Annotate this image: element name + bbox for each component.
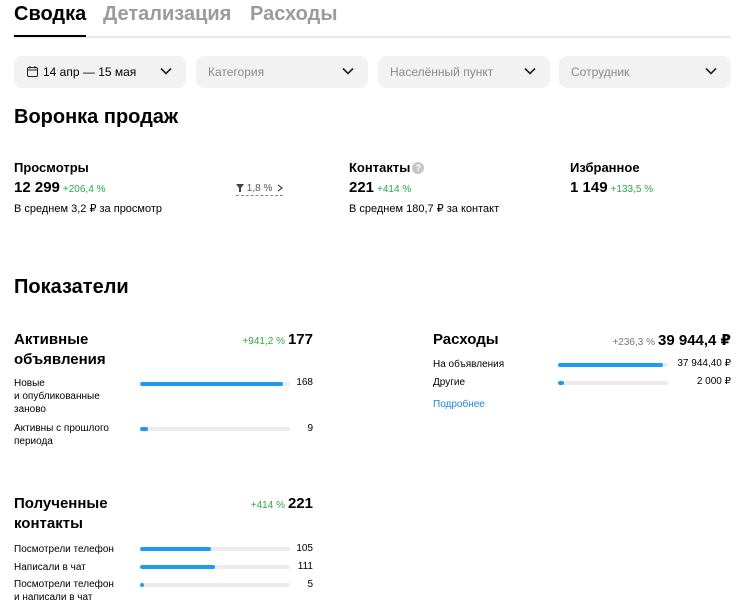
city-placeholder: Населённый пункт xyxy=(390,65,494,79)
chevron-down-icon xyxy=(524,67,536,75)
expenses-other-value: 2 000 ₽ xyxy=(696,376,731,387)
date-range-filter[interactable]: 14 апр — 15 мая xyxy=(14,56,186,88)
expenses-change: +236,3 % xyxy=(612,337,655,348)
active-ads-total: +941,2 % 177 xyxy=(242,331,313,348)
tab-expenses[interactable]: Расходы xyxy=(250,3,337,26)
label-line: Посмотрели телефон xyxy=(14,544,114,555)
contacts-received-change: +414 % xyxy=(250,500,285,511)
contacts-received-title: Полученные контакты xyxy=(14,494,108,534)
contacts-average: В среднем 180,7 ₽ за контакт xyxy=(349,203,500,215)
contacts-label: Контакты xyxy=(349,160,411,175)
favorites-number: 1 149 xyxy=(570,179,608,196)
contacts-number: 221 xyxy=(349,179,375,196)
views-change: +206,4 % xyxy=(62,184,106,195)
tab-details[interactable]: Детализация xyxy=(103,3,231,26)
contacts-value: 221 +414 % xyxy=(349,179,411,196)
active-ads-row-prev-bar xyxy=(140,427,290,431)
category-placeholder: Категория xyxy=(208,65,265,79)
tab-summary[interactable]: Сводка xyxy=(14,3,87,37)
bar-fill xyxy=(140,427,148,431)
bar-fill xyxy=(140,547,212,551)
views-value: 12 299 +206,4 % xyxy=(14,179,105,196)
label-line: Посмотрели телефон xyxy=(14,579,114,590)
active-ads-row-new-label: Новые и опубликованные заново xyxy=(14,377,100,416)
tab-bar: Сводка Детализация Расходы xyxy=(14,0,731,38)
expenses-other-label: Другие xyxy=(433,377,466,388)
expenses-other-bar xyxy=(558,381,668,385)
employee-filter[interactable]: Сотрудник xyxy=(559,56,731,88)
expenses-ads-value: 37 944,40 ₽ xyxy=(677,358,731,369)
views-number: 12 299 xyxy=(14,179,60,196)
bar-fill xyxy=(140,583,144,587)
active-ads-row-new-value: 168 xyxy=(296,377,313,388)
expenses-more-link[interactable]: Подробнее xyxy=(433,399,485,410)
contacts-row-both-bar xyxy=(140,583,290,587)
active-ads-row-prev-value: 9 xyxy=(307,423,313,434)
funnel-title: Воронка продаж xyxy=(14,106,179,128)
active-ads-title-line1: Активные xyxy=(14,331,89,348)
label-line: заново xyxy=(14,404,46,415)
date-range-value: 14 апр — 15 мая xyxy=(43,65,137,79)
contacts-label-row: Контакты? xyxy=(349,160,425,175)
contacts-row-phone-label: Посмотрели телефон xyxy=(14,543,114,556)
city-filter[interactable]: Населённый пункт xyxy=(378,56,550,88)
views-label: Просмотры xyxy=(14,160,89,175)
contacts-row-chat-label: Написали в чат xyxy=(14,561,86,574)
expenses-total: +236,3 % 39 944,4 ₽ xyxy=(612,331,731,349)
label-line: периода xyxy=(14,436,53,447)
bar-fill xyxy=(558,381,564,385)
contacts-change: +414 % xyxy=(377,184,412,195)
favorites-change: +133,5 % xyxy=(610,184,654,195)
conversion-rate: 1,8 % xyxy=(246,183,273,194)
contacts-received-title-line1: Полученные xyxy=(14,495,108,512)
label-line: Новые xyxy=(14,378,45,389)
contacts-row-chat-value: 111 xyxy=(297,561,313,572)
expenses-title: Расходы xyxy=(433,331,499,348)
contacts-received-title-line2: контакты xyxy=(14,515,83,532)
chevron-down-icon xyxy=(342,67,354,75)
bar-fill xyxy=(140,382,283,386)
chevron-right-icon xyxy=(277,184,284,192)
help-icon[interactable]: ? xyxy=(412,162,425,174)
active-ads-row-prev-label: Активны с прошлого периода xyxy=(14,422,109,448)
calendar-icon xyxy=(27,66,38,77)
category-filter[interactable]: Категория xyxy=(196,56,368,88)
label-line: Написали в чат xyxy=(14,562,86,573)
contacts-row-phone-value: 105 xyxy=(296,543,313,554)
label-line: и написали в чат xyxy=(14,592,93,603)
favorites-label: Избранное xyxy=(570,160,640,175)
funnel-filter-icon xyxy=(236,184,244,192)
active-ads-count: 177 xyxy=(287,331,313,348)
contacts-received-total: +414 % 221 xyxy=(251,495,313,512)
active-ads-row-new-bar xyxy=(140,382,290,386)
active-ads-title: Активные объявления xyxy=(14,330,106,370)
chevron-down-icon xyxy=(160,67,172,75)
bar-fill xyxy=(558,363,663,367)
indicators-title: Показатели xyxy=(14,276,129,298)
favorites-value: 1 149 +133,5 % xyxy=(570,179,653,196)
conversion-link[interactable]: 1,8 % xyxy=(236,183,284,196)
contacts-row-phone-bar xyxy=(140,547,290,551)
active-ads-change: +941,2 % xyxy=(242,336,285,347)
active-ads-title-line2: объявления xyxy=(14,351,106,368)
bar-fill xyxy=(140,565,215,569)
chevron-down-icon xyxy=(705,67,717,75)
views-average: В среднем 3,2 ₽ за просмотр xyxy=(14,203,163,215)
label-line: и опубликованные xyxy=(14,391,100,402)
employee-placeholder: Сотрудник xyxy=(571,65,630,79)
label-line: Активны с прошлого xyxy=(14,423,109,434)
expenses-ads-bar xyxy=(558,363,668,367)
contacts-row-both-label: Посмотрели телефон и написали в чат xyxy=(14,578,114,604)
expenses-amount: 39 944,4 ₽ xyxy=(658,332,731,349)
contacts-row-chat-bar xyxy=(140,565,290,569)
contacts-row-both-value: 5 xyxy=(307,579,313,590)
contacts-received-count: 221 xyxy=(287,495,313,512)
expenses-ads-label: На объявления xyxy=(433,359,505,370)
